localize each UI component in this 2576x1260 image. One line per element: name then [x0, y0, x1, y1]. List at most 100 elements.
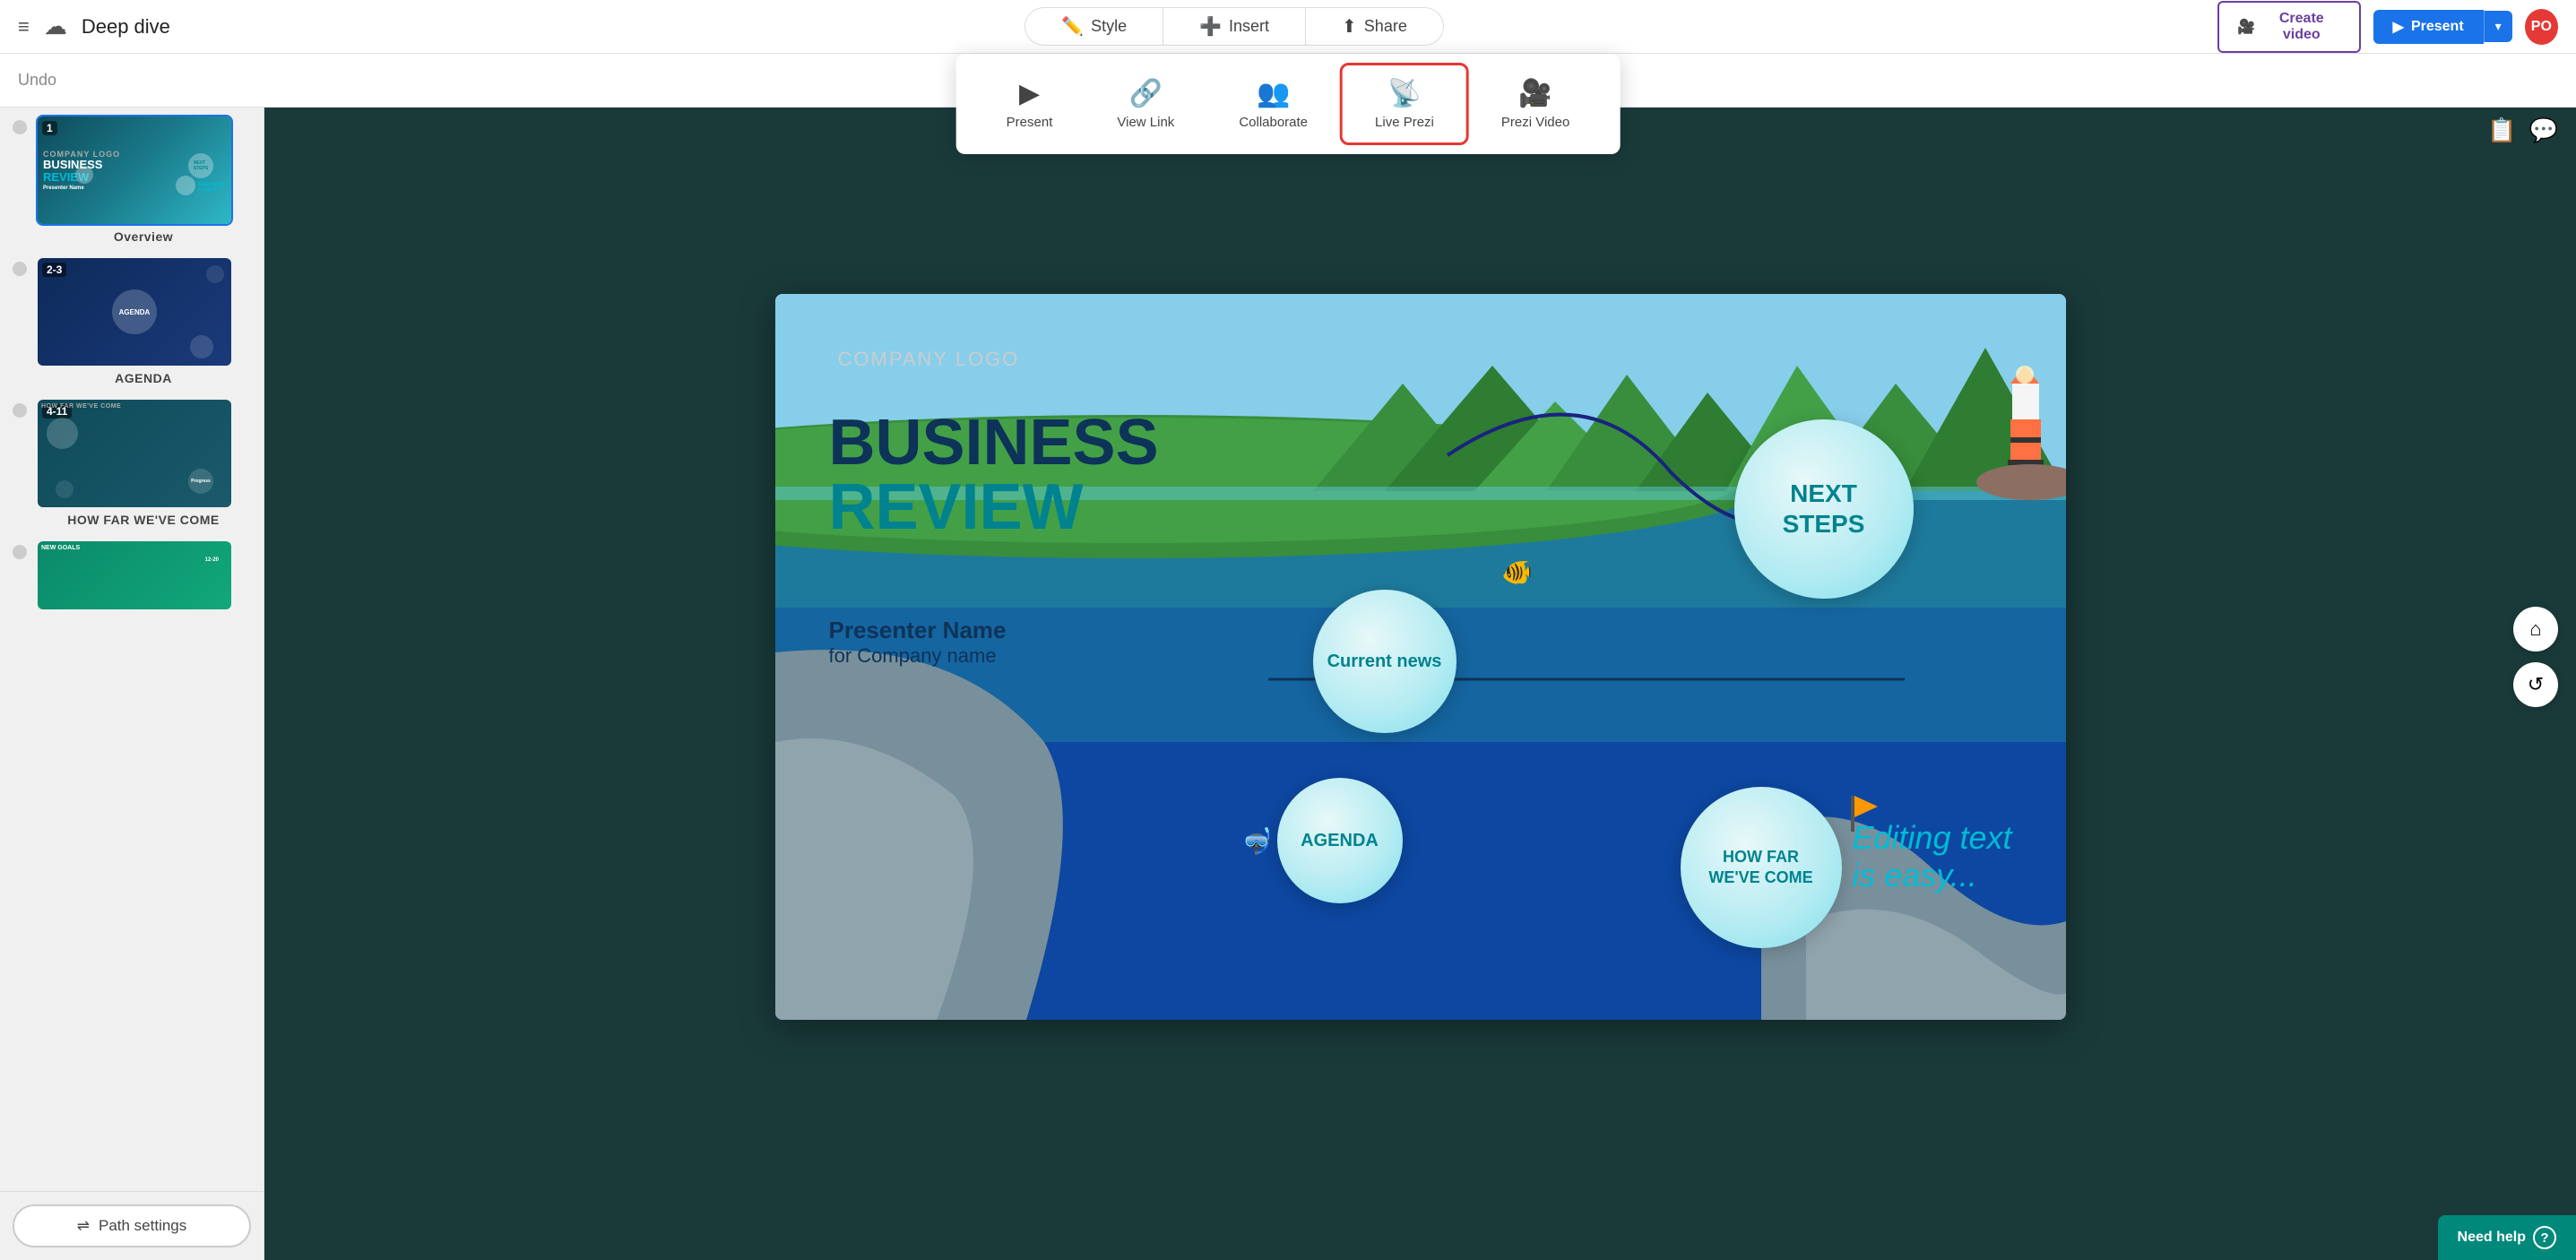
canvas-frame[interactable]: 🐠 🤿 COMPANY LOGO BUSINESS REVIEW Present… — [775, 294, 2066, 1020]
share-icon: ⬆ — [1342, 15, 1357, 38]
share-option-prezivideo[interactable]: 🎥 Prezi Video — [1469, 65, 1602, 142]
notes-icon[interactable]: 📋 — [2487, 117, 2516, 144]
slide-thumb-wrap: 1 COMPANY LOGO BUSINESS REVIEW Presenter… — [36, 115, 251, 244]
slide-dot — [13, 120, 27, 134]
slide-thumb-bg: 2-3 AGENDA — [38, 258, 231, 366]
slide-dot — [13, 403, 27, 418]
insert-button[interactable]: ➕ Insert — [1163, 7, 1306, 46]
comment-icon[interactable]: 💬 — [2529, 117, 2558, 144]
slide-dot-area — [13, 256, 27, 276]
svg-text:🐠: 🐠 — [1501, 558, 1533, 586]
top-bar: ≡ ☁ Deep dive ✏️ Style ➕ Insert ⬆ Share … — [0, 0, 2576, 54]
company-logo: COMPANY LOGO — [838, 348, 1020, 371]
collaborate-icon: 👥 — [1257, 78, 1290, 109]
business-review: BUSINESS REVIEW — [829, 410, 1159, 539]
app-title: Deep dive — [82, 15, 170, 39]
share-dropdown: ▶ Present 🔗 View Link 👥 Collaborate 📡 Li… — [956, 54, 1621, 154]
viewlink-icon: 🔗 — [1129, 78, 1163, 109]
share-option-present[interactable]: ▶ Present — [974, 65, 1085, 142]
business-review-line2: REVIEW — [829, 475, 1159, 539]
list-item[interactable]: 4-11 HOW FAR WE'VE COME Progress HOW FAR… — [13, 398, 251, 527]
how-far-label: HOW FARWE'VE COME — [1708, 847, 1812, 889]
agenda-label: AGENDA — [1301, 831, 1379, 851]
sidebar: + Topic ▾ ⌂ 1 COMPANY LOGO BUSINESS — [0, 54, 264, 1260]
main-canvas: 🐠 🤿 COMPANY LOGO BUSINESS REVIEW Present… — [264, 54, 2576, 1260]
current-news-label: Current news — [1327, 652, 1442, 672]
sidebar-bottom: ⇌ Path settings — [0, 1191, 264, 1260]
create-video-label: Create video — [2262, 11, 2341, 43]
list-item[interactable]: NEW GOALS 12-20 — [13, 539, 251, 611]
collaborate-label: Collaborate — [1239, 115, 1308, 130]
canvas-home-button[interactable]: ⌂ — [2513, 607, 2558, 652]
slide-dot-area — [13, 539, 27, 559]
undo-button[interactable]: Undo — [18, 71, 56, 90]
editing-text: Editing textis easy... — [1852, 819, 2011, 894]
presenter-info: Presenter Name for Company name — [829, 617, 1007, 668]
avatar: PO — [2525, 9, 2558, 45]
slide-thumb-3[interactable]: 4-11 HOW FAR WE'VE COME Progress — [36, 398, 233, 509]
present-label: Present — [2411, 19, 2464, 35]
path-settings-icon: ⇌ — [77, 1217, 90, 1235]
presenter-name: Presenter Name — [829, 617, 1007, 644]
home-icon: ⌂ — [2529, 617, 2541, 641]
next-steps-circle[interactable]: NEXTSTEPS — [1734, 419, 1914, 599]
slide-label: HOW FAR WE'VE COME — [36, 513, 251, 527]
slide-thumb-bg: 4-11 HOW FAR WE'VE COME Progress — [38, 400, 231, 507]
business-review-line1: BUSINESS — [829, 410, 1159, 475]
topright-canvas-icons: 📋 💬 — [2487, 117, 2558, 144]
back-icon: ↺ — [2528, 673, 2544, 696]
canvas-back-button[interactable]: ↺ — [2513, 662, 2558, 707]
share-option-liveprezi[interactable]: 📡 Live Prezi — [1340, 63, 1469, 145]
present-button-group: ▶ Present ▾ — [2373, 10, 2512, 44]
how-far-circle[interactable]: HOW FARWE'VE COME — [1681, 787, 1842, 948]
slide-dot — [13, 545, 27, 559]
top-bar-left: ≡ ☁ Deep dive — [0, 13, 269, 40]
share-option-viewlink[interactable]: 🔗 View Link — [1085, 65, 1206, 142]
slide-dot-area — [13, 115, 27, 134]
slide-label: Overview — [36, 229, 251, 244]
liveprezi-label: Live Prezi — [1375, 115, 1434, 130]
slide-thumb-1[interactable]: 1 COMPANY LOGO BUSINESS REVIEW Presenter… — [36, 115, 233, 226]
slide-thumb-wrap: NEW GOALS 12-20 — [36, 539, 251, 611]
slide-label: AGENDA — [36, 371, 251, 385]
prezivideo-icon: 🎥 — [1518, 78, 1552, 109]
video-camera-icon: 🎥 — [2237, 18, 2255, 36]
style-label: Style — [1091, 17, 1127, 36]
slide-thumb-wrap: 4-11 HOW FAR WE'VE COME Progress HOW FAR… — [36, 398, 251, 527]
list-item[interactable]: 1 COMPANY LOGO BUSINESS REVIEW Presenter… — [13, 115, 251, 244]
prezivideo-label: Prezi Video — [1501, 115, 1569, 130]
present-dropdown-label: Present — [1007, 115, 1053, 130]
insert-icon: ➕ — [1199, 15, 1222, 38]
share-button[interactable]: ⬆ Share — [1306, 7, 1444, 46]
present-dropdown-button[interactable]: ▾ — [2484, 11, 2512, 42]
share-option-collaborate[interactable]: 👥 Collaborate — [1206, 65, 1340, 142]
path-settings-label: Path settings — [99, 1217, 186, 1235]
slide-thumb-2[interactable]: 2-3 AGENDA — [36, 256, 233, 367]
help-circle-icon: ? — [2533, 1226, 2556, 1249]
slide-thumb-bg: 1 COMPANY LOGO BUSINESS REVIEW Presenter… — [38, 117, 231, 224]
play-icon: ▶ — [2393, 18, 2404, 36]
slide-list: 1 COMPANY LOGO BUSINESS REVIEW Presenter… — [0, 115, 264, 1191]
presenter-company: for Company name — [829, 644, 1007, 668]
style-button[interactable]: ✏️ Style — [1024, 7, 1163, 46]
create-video-button[interactable]: 🎥 Create video — [2217, 1, 2361, 53]
path-settings-button[interactable]: ⇌ Path settings — [13, 1204, 251, 1247]
cloud-icon: ☁ — [44, 13, 67, 40]
hamburger-icon[interactable]: ≡ — [18, 15, 30, 39]
agenda-circle[interactable]: AGENDA — [1277, 778, 1403, 903]
style-icon: ✏️ — [1061, 15, 1084, 38]
need-help-label: Need help — [2458, 1230, 2526, 1246]
current-news-circle[interactable]: Current news — [1313, 590, 1457, 733]
top-nav: ✏️ Style ➕ Insert ⬆ Share — [269, 7, 2200, 46]
slide-background: 🐠 🤿 COMPANY LOGO BUSINESS REVIEW Present… — [775, 294, 2066, 1020]
insert-label: Insert — [1229, 17, 1269, 36]
need-help-button[interactable]: Need help ? — [2438, 1215, 2576, 1260]
top-bar-right: 🎥 Create video ▶ Present ▾ PO — [2200, 1, 2576, 53]
next-steps-label: NEXTSTEPS — [1783, 479, 1865, 539]
slide-thumb-4[interactable]: NEW GOALS 12-20 — [36, 539, 233, 611]
list-item[interactable]: 2-3 AGENDA AGENDA — [13, 256, 251, 385]
slide-dot — [13, 262, 27, 276]
present-button[interactable]: ▶ Present — [2373, 10, 2484, 44]
slide-thumb-bg: NEW GOALS 12-20 — [38, 541, 231, 611]
present-dropdown-icon: ▶ — [1019, 78, 1040, 109]
